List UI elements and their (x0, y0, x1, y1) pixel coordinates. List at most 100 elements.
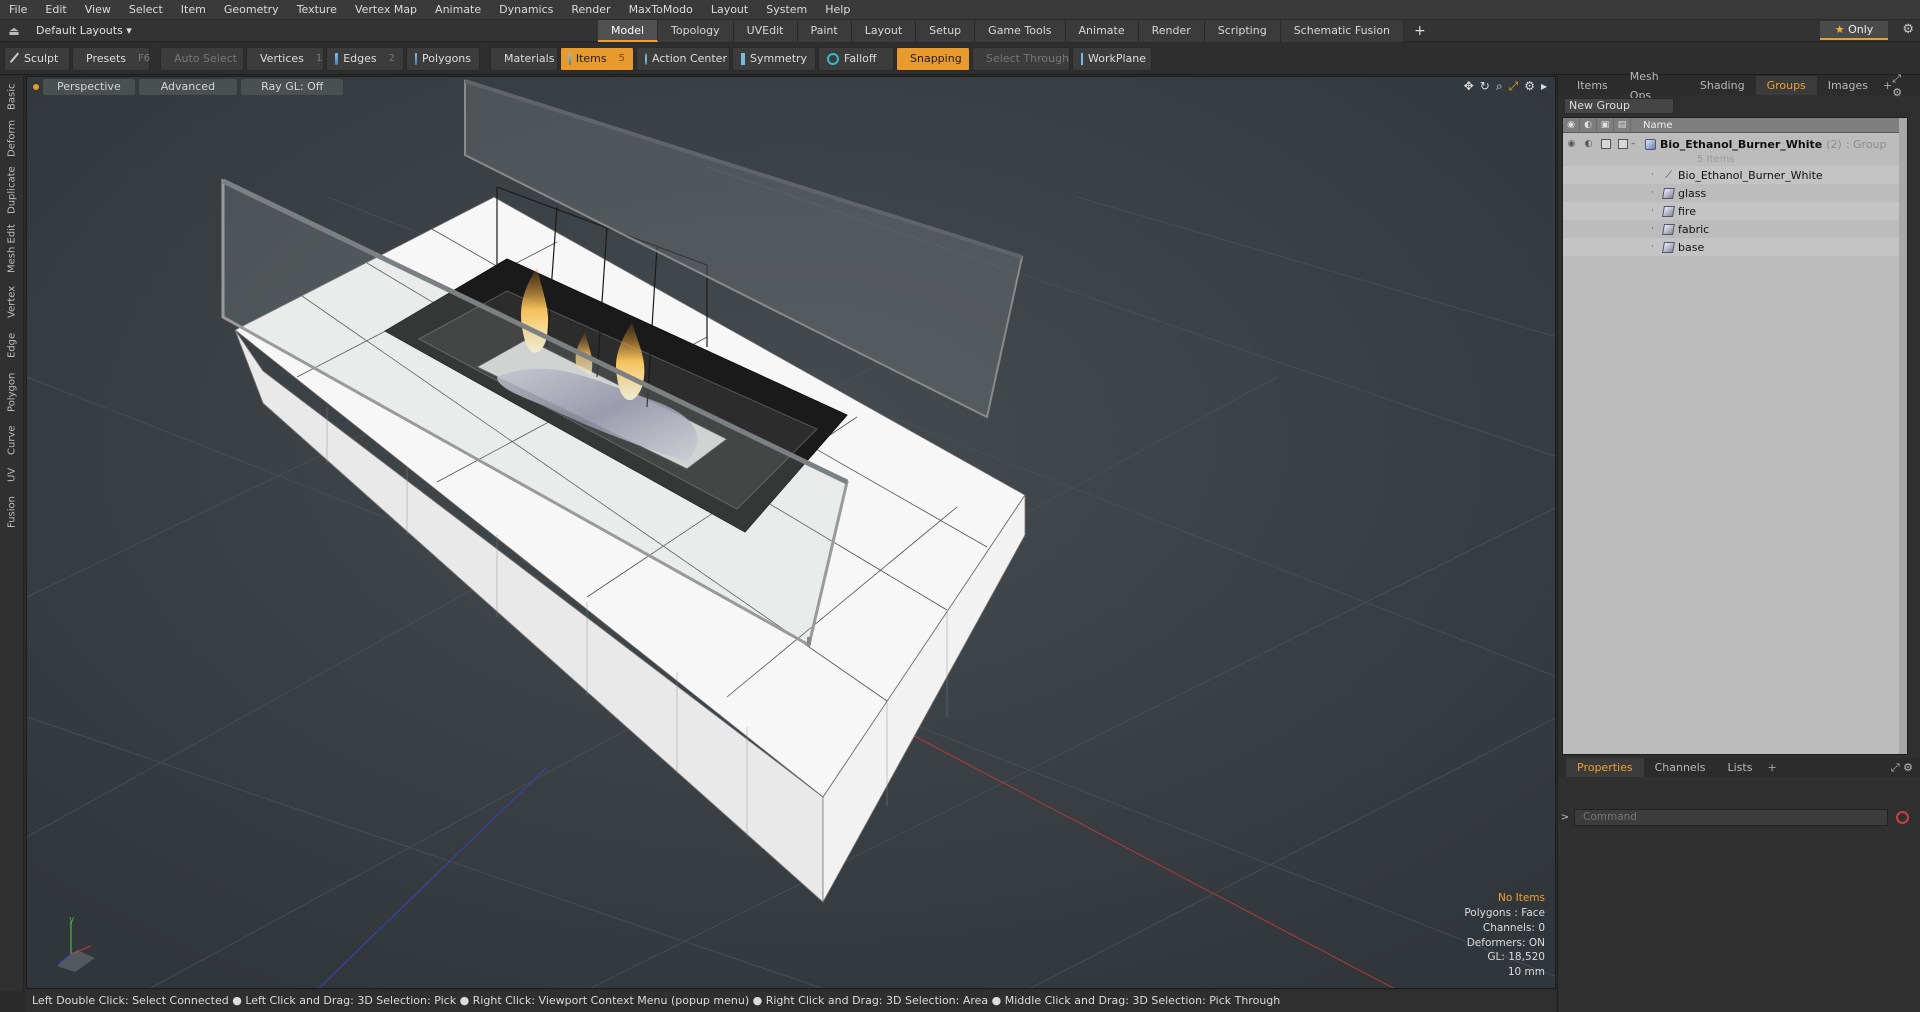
menu-system[interactable]: System (757, 0, 816, 20)
vertices-button[interactable]: Vertices 1 (246, 46, 324, 71)
record-icon[interactable] (1896, 810, 1909, 824)
tree-row-fabric[interactable]: · fabric (1563, 220, 1907, 238)
tab-uvedit[interactable]: UVEdit (733, 19, 798, 42)
sculpt-button[interactable]: Sculpt (4, 46, 70, 71)
zoom-icon[interactable]: ⌕ (1496, 79, 1503, 94)
rotate-icon[interactable]: ↻ (1480, 79, 1490, 94)
viewport-arrow-icon[interactable]: ▸ (1541, 79, 1547, 94)
child-label: base (1678, 240, 1705, 254)
only-toggle[interactable]: ★ Only (1820, 21, 1888, 40)
snapping-button[interactable]: Snapping (896, 46, 970, 71)
add-panel-tab-icon[interactable]: + (1883, 79, 1892, 92)
tree-row-mesh-locator[interactable]: · ⟋ Bio_Ethanol_Burner_White (1563, 166, 1907, 184)
tab-paint[interactable]: Paint (797, 19, 852, 42)
symmetry-button[interactable]: Symmetry (732, 46, 816, 71)
layout-selector[interactable]: Default Layouts ▾ (28, 24, 598, 37)
materials-button[interactable]: Materials (490, 46, 558, 71)
tab-shading[interactable]: Shading (1689, 76, 1756, 95)
menu-geometry[interactable]: Geometry (215, 0, 288, 20)
locator-icon: ⟋ (1665, 169, 1672, 181)
menu-dynamics[interactable]: Dynamics (490, 0, 562, 20)
menu-file[interactable]: File (0, 0, 36, 20)
properties-expand-icon[interactable]: ⤢ ⚙ (1891, 761, 1913, 775)
select-col-icon[interactable]: ▤ (1614, 117, 1631, 133)
lock-col-icon[interactable]: ▣ (1597, 117, 1614, 133)
shading-mode-button[interactable]: Advanced (138, 79, 238, 95)
tab-topology[interactable]: Topology (658, 19, 734, 42)
home-icon[interactable]: ⏏ (0, 24, 28, 38)
viewport-gear-icon[interactable]: ⚙ (1524, 79, 1535, 94)
add-properties-tab-icon[interactable]: + (1767, 761, 1776, 774)
tab-schematic-fusion[interactable]: Schematic Fusion (1280, 19, 1405, 42)
render-col-icon[interactable]: ◐ (1580, 117, 1597, 133)
tab-images[interactable]: Images (1817, 76, 1879, 95)
menu-vertex-map[interactable]: Vertex Map (346, 0, 426, 20)
menu-edit[interactable]: Edit (36, 0, 75, 20)
fit-icon[interactable]: ⤢ (1509, 79, 1519, 94)
lock-checkbox[interactable] (1597, 135, 1614, 153)
tree-row-glass[interactable]: · glass (1563, 184, 1907, 202)
vtab-fusion[interactable]: Fusion (0, 490, 24, 534)
tree-scrollbar[interactable] (1899, 118, 1907, 754)
new-group-button[interactable]: New Group (1564, 98, 1674, 114)
panel-expand-icon[interactable]: ⤢ ⚙ (1892, 72, 1912, 99)
menu-layout[interactable]: Layout (702, 0, 757, 20)
auto-select-button[interactable]: Auto Select (160, 46, 244, 71)
menu-texture[interactable]: Texture (288, 0, 346, 20)
menu-help[interactable]: Help (816, 0, 859, 20)
tab-setup[interactable]: Setup (916, 19, 976, 42)
menu-render[interactable]: Render (562, 0, 619, 20)
view-perspective-button[interactable]: Perspective (43, 79, 135, 95)
edges-button[interactable]: Edges 2 (326, 46, 404, 71)
eye-icon[interactable]: ◉ (1563, 135, 1580, 153)
vtab-deform[interactable]: Deform (0, 116, 24, 160)
select-through-button[interactable]: Select Through (972, 46, 1070, 71)
add-tab-icon[interactable]: + (1414, 23, 1426, 39)
presets-button[interactable]: Presets F6 (72, 46, 150, 71)
tree-row-base[interactable]: · base (1563, 238, 1907, 256)
tab-render[interactable]: Render (1138, 19, 1205, 42)
vtab-curve[interactable]: Curve (0, 420, 24, 460)
tab-lists[interactable]: Lists (1717, 758, 1764, 777)
tab-animate[interactable]: Animate (1065, 19, 1139, 42)
falloff-button[interactable]: Falloff (818, 46, 894, 71)
3d-viewport[interactable]: Perspective Advanced Ray GL: Off ✥ ↻ ⌕ ⤢… (26, 76, 1556, 989)
pan-icon[interactable]: ✥ (1464, 79, 1474, 94)
vtab-polygon[interactable]: Polygon (0, 366, 24, 418)
items-button[interactable]: Items 5 (560, 46, 634, 71)
menu-maxtomodo[interactable]: MaxToModo (620, 0, 702, 20)
tree-row-fire[interactable]: · fire (1563, 202, 1907, 220)
workplane-button[interactable]: WorkPlane (1072, 46, 1152, 71)
render-toggle-icon[interactable]: ◐ (1580, 135, 1597, 153)
action-center-button[interactable]: Action Center (636, 46, 730, 71)
menu-item[interactable]: Item (172, 0, 215, 20)
mesh-icon (1662, 223, 1675, 235)
command-input[interactable] (1574, 808, 1888, 826)
raygl-button[interactable]: Ray GL: Off (241, 79, 344, 95)
gear-icon[interactable]: ⚙ (1902, 22, 1914, 37)
vtab-duplicate[interactable]: Duplicate (0, 162, 24, 218)
vtab-uv[interactable]: UV (0, 462, 24, 488)
command-arrow-icon[interactable]: > (1558, 812, 1572, 823)
tab-model[interactable]: Model (598, 19, 659, 42)
menu-select[interactable]: Select (120, 0, 172, 20)
menu-animate[interactable]: Animate (426, 0, 490, 20)
tab-groups[interactable]: Groups (1755, 76, 1817, 95)
vtab-basic[interactable]: Basic (0, 80, 24, 114)
tab-game-tools[interactable]: Game Tools (975, 19, 1066, 42)
group-row[interactable]: ◉ ◐ – Bio_Ethanol_Burner_White (2) : Gro… (1563, 136, 1907, 152)
tab-layout[interactable]: Layout (851, 19, 917, 42)
vtab-edge[interactable]: Edge (0, 326, 24, 364)
tab-channels[interactable]: Channels (1644, 758, 1717, 777)
tab-scripting[interactable]: Scripting (1204, 19, 1281, 42)
tab-properties[interactable]: Properties (1566, 758, 1644, 777)
menu-view[interactable]: View (76, 0, 120, 20)
select-checkbox[interactable] (1614, 135, 1631, 153)
polygons-button[interactable]: Polygons (406, 46, 480, 71)
collapse-icon[interactable]: – (1631, 139, 1645, 149)
visibility-col-icon[interactable]: ◉ (1563, 117, 1580, 133)
vtab-vertex[interactable]: Vertex (0, 280, 24, 324)
vtab-mesh-edit[interactable]: Mesh Edit (0, 220, 24, 278)
viewport-menu-icon[interactable] (33, 84, 39, 90)
tab-items[interactable]: Items (1566, 76, 1619, 95)
